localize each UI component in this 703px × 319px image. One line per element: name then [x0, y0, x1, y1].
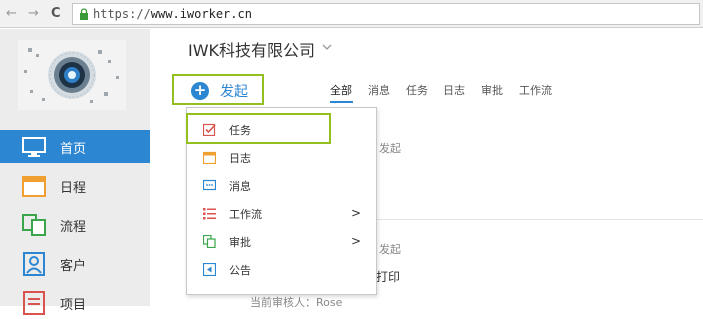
browser-toolbar: ← → C https://www.iworker.cn [0, 0, 703, 28]
active-tab-indicator [330, 101, 353, 103]
highlight-box [186, 113, 331, 144]
plus-circle-icon: + [191, 82, 209, 100]
logo-graphic [18, 40, 126, 110]
sidebar-item-flow[interactable]: 流程 [0, 208, 150, 241]
menu-item-label: 审批 [229, 236, 251, 249]
start-button-label: 发起 [220, 84, 248, 100]
flow-icon [22, 214, 46, 236]
feed-item-reviewer: 当前审核人：Rose [250, 296, 343, 309]
menu-item-label: 日志 [229, 152, 251, 165]
sidebar-item-home[interactable]: 首页 [0, 130, 150, 163]
start-dropdown-menu: 任务 日志 消息 工作流 > 审批 > 公告 [186, 107, 377, 295]
menu-item-label: 消息 [229, 180, 251, 193]
lock-icon [80, 8, 88, 20]
url-host: www.iworker.cn [150, 7, 252, 21]
forward-arrow-icon[interactable]: → [28, 6, 39, 22]
sidebar-item-label: 首页 [60, 142, 87, 157]
calendar-icon [22, 176, 46, 197]
company-name[interactable]: IWK科技有限公司 [188, 37, 315, 61]
sidebar-item-label: 项目 [60, 298, 87, 313]
feed-item-action: 发起 [379, 142, 401, 155]
chevron-right-icon: > [351, 234, 362, 248]
sidebar-item-project[interactable]: 项目 [0, 286, 150, 319]
url-text: https://www.iworker.cn [93, 7, 252, 21]
announcement-icon [203, 263, 216, 276]
menu-item-workflow[interactable]: 工作流 > [187, 200, 376, 227]
reload-icon[interactable]: C [51, 6, 61, 22]
sidebar-item-schedule[interactable]: 日程 [0, 169, 150, 202]
menu-item-approval[interactable]: 审批 > [187, 228, 376, 255]
feed-item-action: 发起 [379, 243, 401, 256]
menu-item-label: 工作流 [229, 208, 262, 221]
tab-all[interactable]: 全部 [330, 82, 352, 98]
sidebar: 首页 日程 流程 客户 项目 [0, 29, 150, 315]
message-icon [203, 179, 216, 191]
tab-approvals[interactable]: 审批 [481, 82, 503, 98]
menu-item-label: 公告 [229, 264, 251, 277]
menu-item-announcement[interactable]: 公告 [187, 256, 376, 283]
tab-workflow[interactable]: 工作流 [519, 82, 552, 98]
workflow-list-icon [203, 208, 216, 220]
monitor-icon [22, 137, 46, 157]
project-icon [23, 291, 45, 315]
tab-logs[interactable]: 日志 [443, 82, 465, 98]
feed-item-title[interactable]: 打印 [376, 268, 400, 285]
sidebar-item-customer[interactable]: 客户 [0, 247, 150, 280]
log-calendar-icon [203, 151, 216, 164]
chevron-right-icon: > [351, 206, 362, 220]
sidebar-item-label: 日程 [60, 181, 87, 196]
tab-messages[interactable]: 消息 [368, 82, 390, 98]
back-arrow-icon[interactable]: ← [6, 6, 17, 22]
customer-icon [23, 252, 45, 276]
logo [18, 40, 126, 110]
sidebar-item-label: 客户 [60, 259, 87, 274]
menu-item-message[interactable]: 消息 [187, 172, 376, 199]
url-scheme: https:// [93, 7, 151, 21]
address-bar[interactable]: https://www.iworker.cn [72, 3, 700, 25]
approval-copy-icon [203, 235, 216, 248]
tab-tasks[interactable]: 任务 [406, 82, 428, 98]
start-button[interactable]: + 发起 [172, 74, 264, 105]
chevron-down-icon[interactable] [322, 42, 332, 52]
menu-item-log[interactable]: 日志 [187, 144, 376, 171]
sidebar-item-label: 流程 [60, 220, 87, 235]
